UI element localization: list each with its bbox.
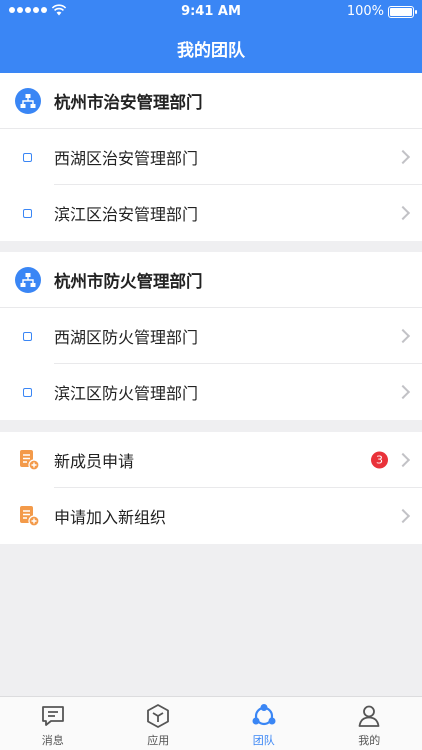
- page-title: 我的团队: [177, 41, 245, 61]
- cube-icon: [147, 704, 170, 728]
- nav-header: 9:41 AM 100% 我的团队: [0, 0, 422, 73]
- document-add-icon: [20, 506, 40, 527]
- document-add-icon: [20, 450, 40, 471]
- square-bullet-icon: [23, 331, 32, 341]
- sub-org-row[interactable]: 滨江区防火管理部门: [0, 364, 422, 420]
- tab-label: 消息: [41, 734, 64, 747]
- square-bullet-icon: [23, 387, 32, 397]
- tab-profile[interactable]: 我的: [317, 697, 422, 750]
- tab-messages[interactable]: 消息: [0, 697, 106, 750]
- sub-org-label: 滨江区治安管理部门: [54, 205, 199, 224]
- org-title: 杭州市治安管理部门: [54, 93, 203, 112]
- action-label: 申请加入新组织: [54, 508, 167, 527]
- sub-org-label: 滨江区防火管理部门: [54, 384, 199, 403]
- sub-org-label: 西湖区防火管理部门: [54, 328, 199, 347]
- org-title: 杭州市防火管理部门: [54, 272, 203, 291]
- action-label: 新成员申请: [54, 452, 135, 471]
- tab-bar: 消息 应用 团队 我的: [0, 696, 422, 750]
- square-bullet-icon: [23, 208, 32, 218]
- chevron-right-icon: [395, 149, 411, 165]
- org-header-row[interactable]: 杭州市防火管理部门: [0, 252, 422, 308]
- notification-badge: 3: [371, 451, 388, 469]
- tab-label: 我的: [358, 734, 381, 747]
- org-group-fire-control: 杭州市防火管理部门 西湖区防火管理部门 滨江区防火管理部门: [0, 252, 422, 420]
- sub-org-row[interactable]: 滨江区治安管理部门: [0, 185, 422, 241]
- chevron-right-icon: [395, 508, 411, 524]
- message-icon: [41, 706, 64, 726]
- battery-icon: [388, 6, 417, 18]
- chevron-right-icon: [395, 205, 411, 221]
- new-member-requests-row[interactable]: 新成员申请 3: [0, 432, 422, 488]
- tab-apps[interactable]: 应用: [106, 697, 212, 750]
- org-chart-icon: [15, 267, 41, 293]
- chevron-right-icon: [395, 452, 411, 468]
- team-icon: [252, 704, 276, 726]
- org-header-row[interactable]: 杭州市治安管理部门: [0, 73, 422, 129]
- tab-label: 应用: [147, 734, 170, 747]
- square-bullet-icon: [23, 152, 32, 162]
- tab-label: 团队: [252, 734, 275, 747]
- sub-org-row[interactable]: 西湖区治安管理部门: [0, 129, 422, 185]
- org-chart-icon: [15, 88, 41, 114]
- sub-org-label: 西湖区治安管理部门: [54, 149, 199, 168]
- battery-percent: 100%: [346, 4, 384, 19]
- person-icon: [358, 705, 380, 727]
- join-organization-row[interactable]: 申请加入新组织: [0, 488, 422, 544]
- sub-org-row[interactable]: 西湖区防火管理部门: [0, 308, 422, 364]
- tab-team[interactable]: 团队: [211, 697, 317, 750]
- org-group-public-security: 杭州市治安管理部门 西湖区治安管理部门 滨江区治安管理部门: [0, 73, 422, 241]
- team-actions: 新成员申请 3 申请加入新组织: [0, 432, 422, 544]
- status-bar: 9:41 AM 100%: [0, 0, 422, 24]
- chevron-right-icon: [395, 328, 411, 344]
- chevron-right-icon: [395, 384, 411, 400]
